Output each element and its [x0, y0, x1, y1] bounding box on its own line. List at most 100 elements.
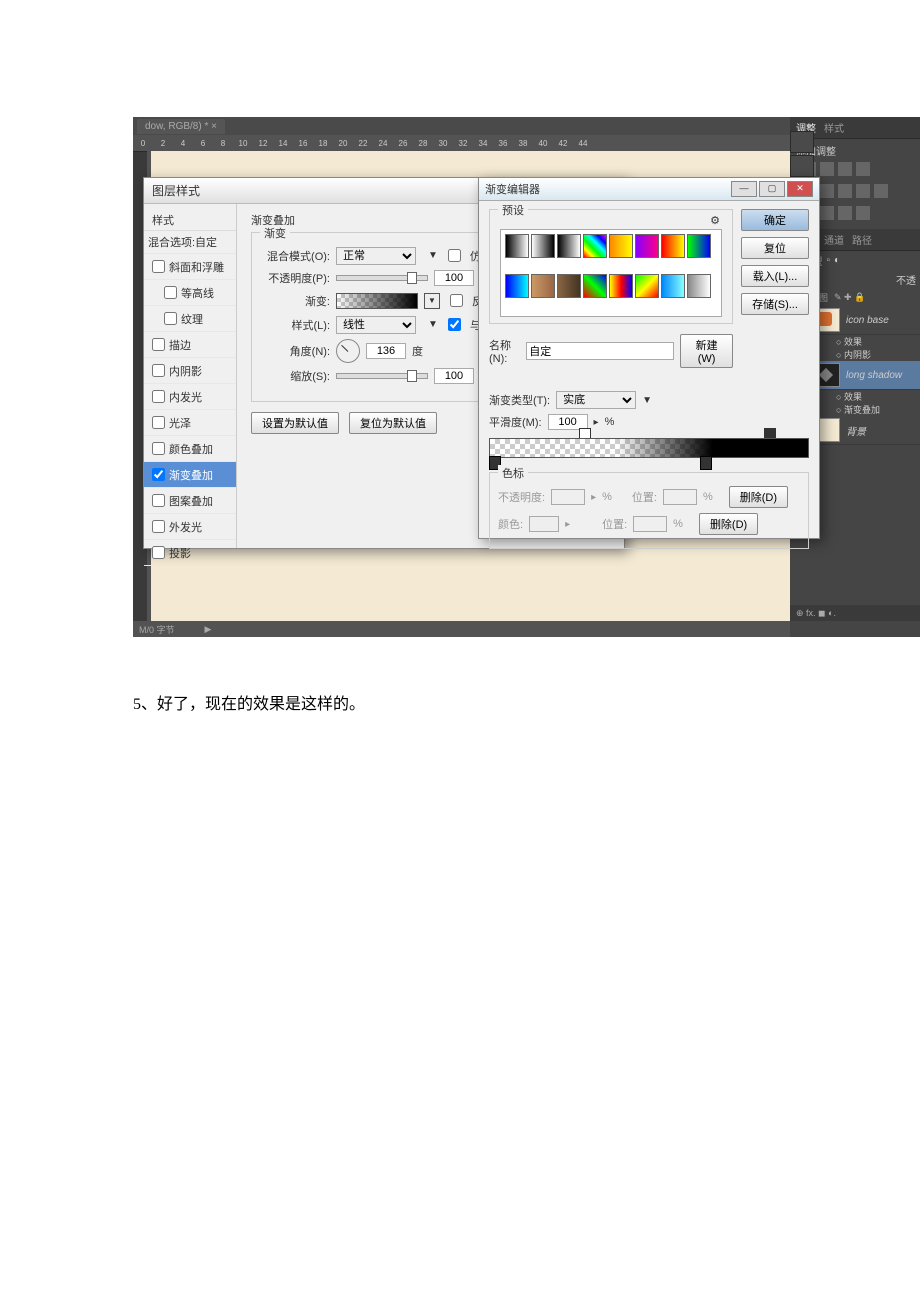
name-input[interactable] [526, 342, 674, 360]
gradient-preset[interactable] [635, 234, 659, 258]
adjustment-icon[interactable] [856, 184, 870, 198]
opacity-input[interactable] [434, 270, 474, 286]
minimize-icon[interactable]: — [731, 181, 757, 197]
stops-legend: 色标 [498, 465, 528, 481]
new-button[interactable]: 新建(W) [680, 334, 733, 368]
delete-button[interactable]: 删除(D) [729, 486, 788, 508]
gradient-editor-titlebar[interactable]: 渐变编辑器 — ▢ ✕ [479, 178, 819, 201]
gradient-preset[interactable] [583, 234, 607, 258]
style-checkbox[interactable] [152, 442, 165, 455]
gradient-preset[interactable] [687, 274, 711, 298]
photoshop-screenshot: dow, RGB/8) * × 024681012141618202224262… [133, 117, 920, 637]
style-item[interactable]: 等高线 [144, 280, 236, 306]
angle-dial[interactable] [336, 339, 360, 363]
style-checkbox[interactable] [152, 468, 165, 481]
ok-button[interactable]: 确定 [741, 209, 809, 231]
tab-styles[interactable]: 样式 [824, 120, 844, 135]
style-item[interactable]: 内发光 [144, 384, 236, 410]
adjustment-icon[interactable] [838, 184, 852, 198]
preset-grid[interactable] [500, 229, 722, 317]
style-checkbox[interactable] [152, 390, 165, 403]
style-checkbox[interactable] [152, 338, 165, 351]
gradient-dropdown-icon[interactable]: ▼ [424, 293, 440, 309]
close-icon[interactable]: ✕ [787, 181, 813, 197]
document-tab[interactable]: dow, RGB/8) * × [137, 119, 225, 134]
status-arrow-icon[interactable]: ▶ [205, 624, 212, 635]
gradient-preset[interactable] [531, 274, 555, 298]
style-item[interactable]: 颜色叠加 [144, 436, 236, 462]
set-default-button[interactable]: 设置为默认值 [251, 412, 339, 434]
gradient-preset[interactable] [531, 234, 555, 258]
style-checkbox[interactable] [164, 312, 177, 325]
gradient-preset[interactable] [609, 274, 633, 298]
style-checkbox[interactable] [152, 546, 165, 559]
gradient-swatch[interactable] [336, 293, 418, 309]
style-checkbox[interactable] [152, 260, 165, 273]
filter-icon[interactable]: ▫ [826, 255, 830, 266]
styles-header[interactable]: 样式 [144, 210, 236, 231]
history-icon[interactable] [790, 155, 814, 177]
gradient-bar-editor[interactable] [489, 438, 809, 458]
align-checkbox[interactable] [448, 318, 461, 331]
gear-icon[interactable]: ⚙ [710, 215, 720, 227]
style-item[interactable]: 图案叠加 [144, 488, 236, 514]
adjustment-icon[interactable] [820, 162, 834, 176]
gradient-preset[interactable] [583, 274, 607, 298]
opacity-slider[interactable] [336, 275, 428, 281]
scale-slider[interactable] [336, 373, 428, 379]
angle-label: 角度(N): [262, 343, 330, 359]
cancel-button[interactable]: 复位 [741, 237, 809, 259]
angle-input[interactable] [366, 343, 406, 359]
gradient-preset[interactable] [635, 274, 659, 298]
style-label: 样式(L): [262, 317, 330, 333]
adjustment-icon[interactable] [838, 162, 852, 176]
gradient-preset[interactable] [505, 234, 529, 258]
style-item[interactable]: 投影 [144, 540, 236, 566]
adjustment-icon[interactable] [874, 184, 888, 198]
scale-input[interactable] [434, 368, 474, 384]
reverse-checkbox[interactable] [450, 294, 463, 307]
gradient-preset[interactable] [661, 274, 685, 298]
swatches-icon[interactable] [790, 131, 814, 153]
style-item[interactable]: 光泽 [144, 410, 236, 436]
lock-icons[interactable]: ✎ ✚ 🔒 [834, 292, 865, 303]
maximize-icon[interactable]: ▢ [759, 181, 785, 197]
adjustment-icon[interactable] [856, 162, 870, 176]
style-checkbox[interactable] [152, 494, 165, 507]
style-checkbox[interactable] [152, 520, 165, 533]
style-item[interactable]: 纹理 [144, 306, 236, 332]
blend-options-item[interactable]: 混合选项:自定 [144, 231, 236, 254]
style-checkbox[interactable] [164, 286, 177, 299]
adjustment-icon[interactable] [820, 184, 834, 198]
reset-default-button[interactable]: 复位为默认值 [349, 412, 437, 434]
gradient-bar[interactable] [489, 438, 809, 458]
dither-checkbox[interactable] [448, 249, 461, 262]
gradient-preset[interactable] [661, 234, 685, 258]
gradient-preset[interactable] [557, 234, 581, 258]
load-button[interactable]: 载入(L)... [741, 265, 809, 287]
footer-icons[interactable]: ⊕ fx. ◼ ◐. [796, 608, 836, 619]
blend-mode-select[interactable]: 正常 [336, 247, 416, 265]
save-button[interactable]: 存储(S)... [741, 293, 809, 315]
adjustment-icon[interactable] [820, 206, 834, 220]
gradient-preset[interactable] [505, 274, 529, 298]
style-select[interactable]: 线性 [336, 316, 416, 334]
style-checkbox[interactable] [152, 416, 165, 429]
style-item[interactable]: 斜面和浮雕 [144, 254, 236, 280]
tab-paths[interactable]: 路径 [852, 232, 872, 247]
style-item[interactable]: 内阴影 [144, 358, 236, 384]
gradient-preset[interactable] [557, 274, 581, 298]
type-select[interactable]: 实底 [556, 391, 636, 409]
style-item[interactable]: 外发光 [144, 514, 236, 540]
style-item[interactable]: 渐变叠加 [144, 462, 236, 488]
adjustment-icon[interactable] [838, 206, 852, 220]
style-item[interactable]: 描边 [144, 332, 236, 358]
adjustment-icon[interactable] [856, 206, 870, 220]
filter-icon[interactable]: ◐ [834, 255, 840, 266]
delete-button[interactable]: 删除(D) [699, 513, 758, 535]
gradient-preset[interactable] [687, 234, 711, 258]
gradient-preset[interactable] [609, 234, 633, 258]
color-stop[interactable] [700, 456, 712, 470]
tab-channels[interactable]: 通道 [824, 232, 844, 247]
style-checkbox[interactable] [152, 364, 165, 377]
